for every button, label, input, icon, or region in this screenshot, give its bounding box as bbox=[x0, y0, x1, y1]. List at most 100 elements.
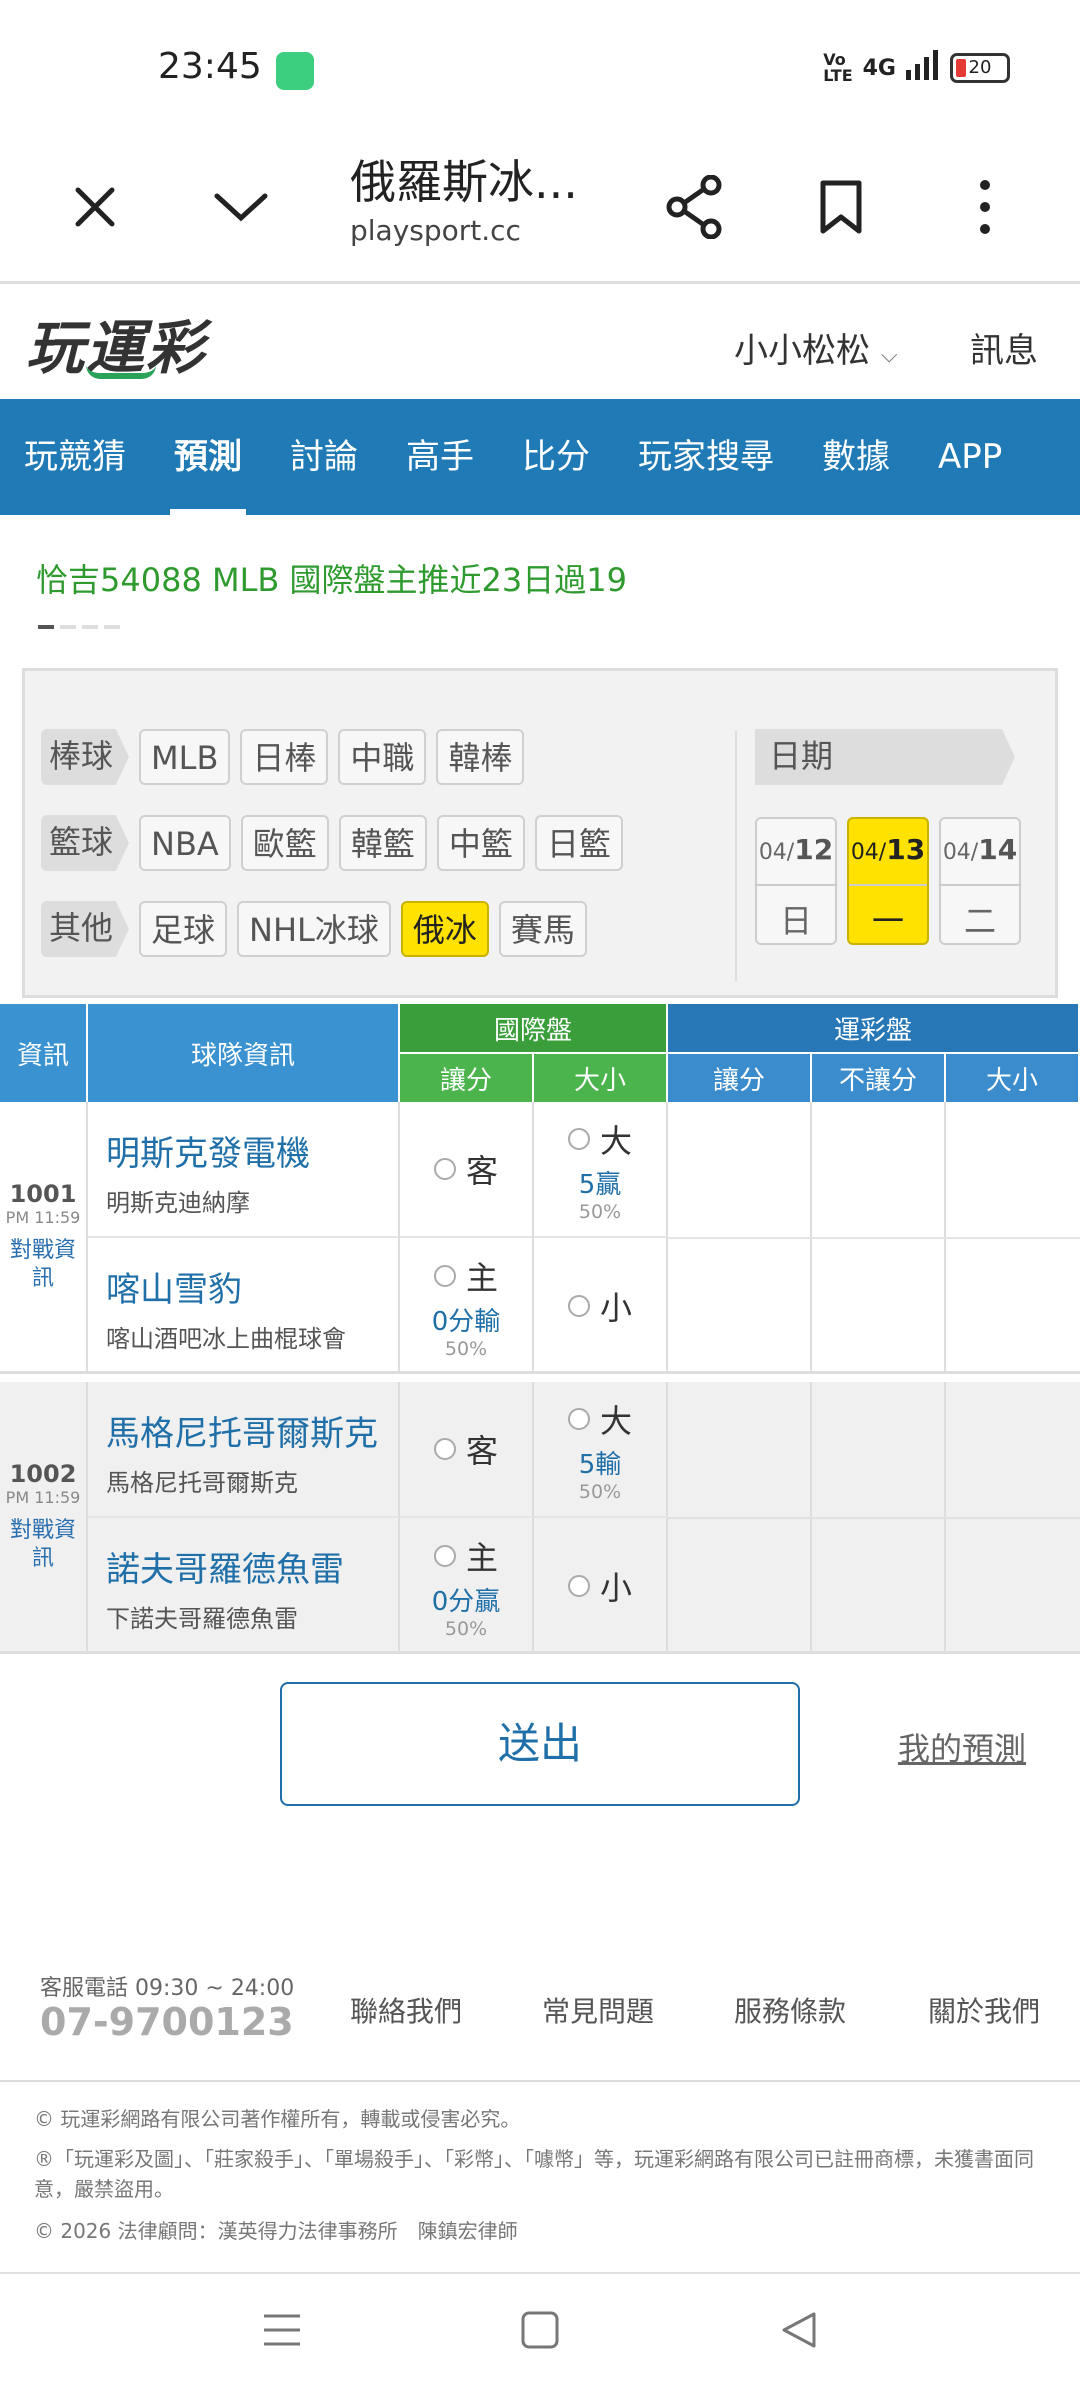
more-menu-icon[interactable] bbox=[950, 172, 1020, 242]
submit-button[interactable]: 送出 bbox=[280, 1682, 800, 1806]
radio-button[interactable] bbox=[433, 1544, 456, 1567]
team-name[interactable]: 明斯克發電機 bbox=[106, 1126, 398, 1175]
option-label: 客 bbox=[465, 1432, 498, 1470]
main-nav: 玩競猜 預測 討論 高手 比分 玩家搜尋 數據 APP bbox=[0, 399, 1080, 515]
nav-item-guess[interactable]: 玩競猜 bbox=[0, 399, 150, 515]
carousel-dot[interactable] bbox=[104, 625, 120, 629]
close-icon[interactable] bbox=[60, 172, 130, 242]
browser-toolbar: 俄羅斯冰... playsport.cc bbox=[0, 132, 1080, 284]
my-predictions-link[interactable]: 我的預測 bbox=[898, 1724, 1026, 1770]
footer-link-about[interactable]: 關於我們 bbox=[928, 1990, 1040, 2030]
header-team: 球隊資訊 bbox=[88, 1004, 400, 1102]
filter-league[interactable]: 中職 bbox=[338, 729, 427, 785]
spread-away-option[interactable]: 客 bbox=[400, 1382, 534, 1518]
footer-link-contact[interactable]: 聯絡我們 bbox=[350, 1990, 462, 2030]
spread-home-option[interactable]: 主 0分贏 50% bbox=[400, 1518, 534, 1654]
spread-home-option[interactable]: 主 0分輸 50% bbox=[400, 1238, 534, 1374]
option-label: 大 bbox=[599, 1401, 632, 1440]
header-sl-nospread: 不讓分 bbox=[812, 1052, 946, 1102]
legal-counsel: © 2026 法律顧問：漢英得力法律事務所 陳鎮宏律師 bbox=[34, 2219, 518, 2243]
network-type: 4G bbox=[862, 55, 896, 81]
filter-league[interactable]: 歐籃 bbox=[240, 815, 329, 871]
filter-league[interactable]: 日棒 bbox=[240, 729, 329, 785]
filter-divider bbox=[735, 731, 737, 981]
total-over-option[interactable]: 大 5輸 50% bbox=[534, 1382, 668, 1518]
filter-league[interactable]: MLB bbox=[139, 729, 231, 785]
recents-icon[interactable] bbox=[262, 2312, 302, 2352]
total-line: 5贏 bbox=[578, 1169, 622, 1200]
radio-button[interactable] bbox=[433, 1438, 456, 1460]
service-hours: 客服電話 09:30 ~ 24:00 bbox=[40, 1976, 295, 2001]
home-icon[interactable] bbox=[520, 2310, 560, 2354]
team-name[interactable]: 喀山雪豹 bbox=[106, 1262, 398, 1311]
nav-item-discuss[interactable]: 討論 bbox=[266, 399, 382, 515]
chevron-down-icon: ⌵ bbox=[880, 343, 898, 368]
nav-item-stats[interactable]: 數據 bbox=[798, 399, 914, 515]
matchup-link[interactable]: 對戰資訊 bbox=[0, 1517, 86, 1573]
filter-league[interactable]: 賽馬 bbox=[498, 901, 587, 957]
filter-league[interactable]: 韓籃 bbox=[338, 815, 427, 871]
nav-item-app[interactable]: APP bbox=[914, 399, 1026, 515]
footer-link-terms[interactable]: 服務條款 bbox=[734, 1990, 846, 2030]
header-sl-spread: 讓分 bbox=[668, 1052, 812, 1102]
page-url[interactable]: playsport.cc bbox=[350, 214, 521, 247]
chevron-down-icon[interactable] bbox=[206, 172, 276, 242]
battery-saver-icon bbox=[276, 52, 314, 90]
footer-divider bbox=[0, 2080, 1080, 2082]
filter-league[interactable]: 中籃 bbox=[436, 815, 525, 871]
nav-item-scores[interactable]: 比分 bbox=[498, 399, 614, 515]
nav-item-predict[interactable]: 預測 bbox=[150, 399, 266, 515]
total-under-option[interactable]: 小 bbox=[534, 1518, 668, 1654]
filter-league[interactable]: 韓棒 bbox=[436, 729, 525, 785]
date-month: 04/ bbox=[758, 840, 795, 865]
header-sports-lottery: 運彩盤 bbox=[668, 1004, 1080, 1052]
date-day: 12 bbox=[794, 833, 834, 866]
team-name[interactable]: 諾夫哥羅德魚雷 bbox=[106, 1542, 398, 1591]
radio-button[interactable] bbox=[567, 1575, 590, 1597]
payout-percent: 50% bbox=[578, 1200, 622, 1223]
radio-button[interactable] bbox=[567, 1127, 590, 1150]
spread-away-option[interactable]: 客 bbox=[400, 1102, 534, 1238]
handicap-line: 0分贏 bbox=[431, 1586, 501, 1617]
team-name[interactable]: 馬格尼托哥爾斯克 bbox=[106, 1406, 398, 1455]
service-phone[interactable]: 07-9700123 bbox=[40, 2000, 294, 2044]
date-card[interactable]: 04/12 日 bbox=[755, 817, 837, 945]
radio-button[interactable] bbox=[433, 1158, 456, 1180]
carousel-dot[interactable] bbox=[60, 625, 76, 629]
carousel-dot[interactable] bbox=[38, 625, 54, 629]
nav-item-experts[interactable]: 高手 bbox=[382, 399, 498, 515]
date-card-selected[interactable]: 04/13 一 bbox=[847, 817, 929, 945]
handicap-line: 0分輸 bbox=[431, 1306, 501, 1337]
away-team: 馬格尼托哥爾斯克 馬格尼托哥爾斯克 bbox=[88, 1382, 400, 1518]
date-label: 日期 bbox=[755, 729, 1015, 785]
user-menu[interactable]: 小小松松 ⌵ bbox=[734, 323, 898, 372]
radio-button[interactable] bbox=[433, 1264, 456, 1287]
carousel-dot[interactable] bbox=[82, 625, 98, 629]
footer-link-faq[interactable]: 常見問題 bbox=[542, 1990, 654, 2030]
filter-league-selected[interactable]: 俄冰 bbox=[400, 901, 489, 957]
filter-league[interactable]: 日籃 bbox=[534, 815, 623, 871]
option-label: 小 bbox=[599, 1569, 632, 1607]
filter-league[interactable]: NBA bbox=[139, 815, 231, 871]
total-under-option[interactable]: 小 bbox=[534, 1238, 668, 1374]
header-spread: 讓分 bbox=[400, 1052, 534, 1102]
system-nav-bar bbox=[0, 2272, 1080, 2400]
option-label: 主 bbox=[465, 1258, 498, 1297]
total-over-option[interactable]: 大 5贏 50% bbox=[534, 1102, 668, 1238]
row-divider bbox=[668, 1237, 1080, 1239]
game-row: 1002 PM 11:59 對戰資訊 馬格尼托哥爾斯克 馬格尼托哥爾斯克 諾夫哥… bbox=[0, 1382, 1080, 1654]
date-card[interactable]: 04/14 二 bbox=[939, 817, 1021, 945]
bookmark-icon[interactable] bbox=[806, 172, 876, 242]
radio-button[interactable] bbox=[567, 1295, 590, 1317]
share-icon[interactable] bbox=[660, 172, 730, 242]
announcement-ticker: 恰吉54088 MLB 國際盤主推近23日過19 bbox=[0, 515, 1080, 635]
filter-league[interactable]: 足球 bbox=[139, 901, 228, 957]
messages-link[interactable]: 訊息 bbox=[970, 323, 1038, 372]
nav-item-player-search[interactable]: 玩家搜尋 bbox=[614, 399, 798, 515]
matchup-link[interactable]: 對戰資訊 bbox=[0, 1237, 86, 1293]
filter-league[interactable]: NHL冰球 bbox=[237, 901, 391, 957]
page-title: 俄羅斯冰... bbox=[350, 155, 578, 209]
radio-button[interactable] bbox=[567, 1407, 590, 1430]
back-icon[interactable] bbox=[778, 2310, 818, 2354]
ticker-text[interactable]: 恰吉54088 MLB 國際盤主推近23日過19 bbox=[36, 555, 627, 601]
